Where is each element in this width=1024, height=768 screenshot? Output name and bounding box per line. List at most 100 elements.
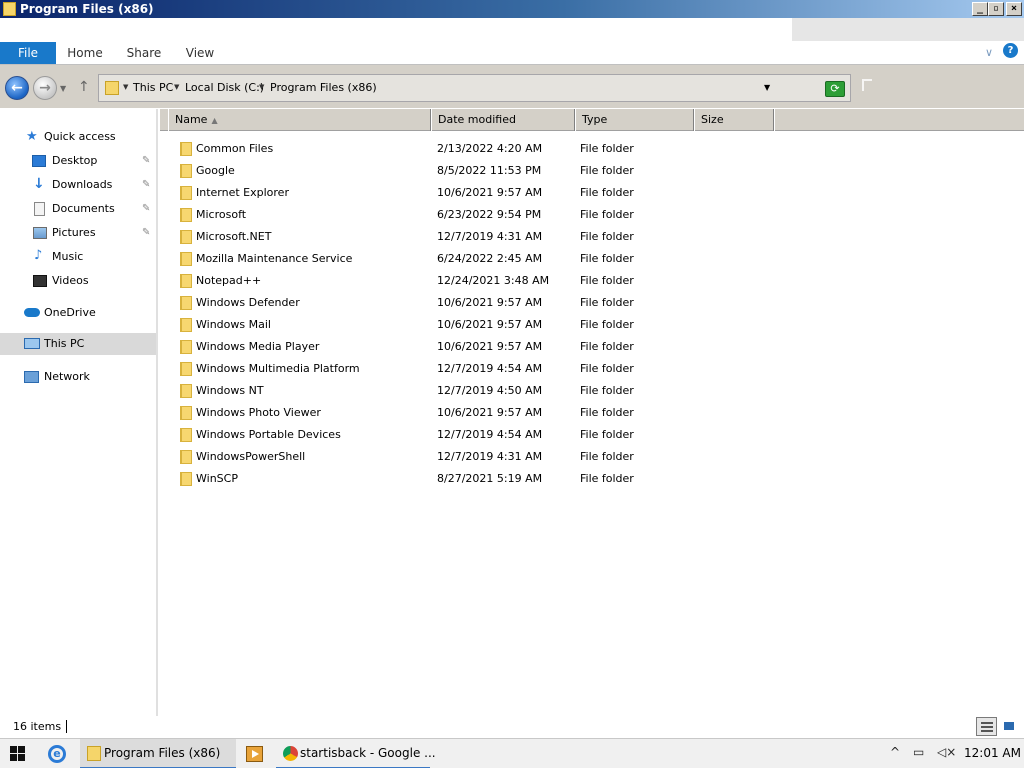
internet-explorer-icon[interactable]: e: [48, 745, 66, 763]
file-date-modified: 12/7/2019 4:50 AM: [437, 384, 543, 397]
file-type: File folder: [580, 450, 634, 463]
file-name: Common Files: [196, 142, 274, 155]
breadcrumb-chevron-icon[interactable]: ▼: [259, 83, 264, 91]
pin-icon[interactable]: ✎: [142, 174, 150, 196]
taskbar-item-chrome[interactable]: startisback - Google ...: [276, 739, 436, 768]
sidebar-item-documents[interactable]: Documents ✎: [32, 198, 156, 220]
sidebar-item-desktop[interactable]: Desktop ✎: [32, 150, 156, 172]
table-row[interactable]: Windows Multimedia Platform 12/7/2019 4:5…: [160, 358, 1024, 380]
desktop-icon: [32, 155, 46, 167]
file-name: Mozilla Maintenance Service: [196, 252, 353, 265]
table-row[interactable]: WinSCP 8/27/2021 5:19 AM File folder: [160, 468, 1024, 490]
show-hidden-icons-chevron-icon[interactable]: ^: [890, 745, 900, 759]
tab-view[interactable]: View: [180, 42, 220, 64]
column-header-name[interactable]: Name ▲: [168, 109, 431, 131]
clock[interactable]: 12:01 AM: [964, 746, 1021, 760]
table-row[interactable]: Windows Photo Viewer 10/6/2021 9:57 AM Fil…: [160, 402, 1024, 424]
table-row[interactable]: Common Files 2/13/2022 4:20 AM File folder: [160, 138, 1024, 160]
expand-ribbon-icon[interactable]: ∨: [985, 46, 993, 59]
details-view-button[interactable]: [976, 717, 997, 736]
table-row[interactable]: Windows NT 12/7/2019 4:50 AM File folder: [160, 380, 1024, 402]
folder-icon: [180, 428, 192, 442]
file-date-modified: 8/5/2022 11:53 PM: [437, 164, 542, 177]
file-date-modified: 10/6/2021 9:57 AM: [437, 318, 543, 331]
table-row[interactable]: WindowsPowerShell 12/7/2019 4:31 AM File f…: [160, 446, 1024, 468]
sidebar-item-network[interactable]: Network: [24, 366, 154, 388]
pin-icon[interactable]: ✎: [142, 198, 150, 220]
tab-share[interactable]: Share: [122, 42, 166, 64]
table-row[interactable]: Internet Explorer 10/6/2021 9:57 AM File f…: [160, 182, 1024, 204]
folder-icon: [180, 208, 192, 222]
table-row[interactable]: Notepad++ 12/24/2021 3:48 AM File folder: [160, 270, 1024, 292]
search-box-icon[interactable]: [862, 79, 872, 91]
minimize-button[interactable]: _: [972, 2, 988, 16]
sidebar-item-downloads[interactable]: ↓ Downloads ✎: [32, 174, 156, 196]
column-header-type[interactable]: Type: [575, 109, 694, 131]
sidebar-item-videos[interactable]: Videos: [32, 270, 156, 292]
large-icons-view-button[interactable]: [1000, 718, 1018, 735]
media-player-icon[interactable]: [246, 746, 263, 762]
star-icon: ★: [26, 129, 38, 144]
volume-muted-icon[interactable]: ◁×: [937, 745, 956, 759]
breadcrumb-program-files[interactable]: Program Files (x86): [270, 81, 377, 94]
breadcrumb-chevron-icon[interactable]: ▼: [123, 83, 128, 91]
file-date-modified: 10/6/2021 9:57 AM: [437, 296, 543, 309]
folder-icon: [180, 296, 192, 310]
tab-home[interactable]: Home: [64, 42, 106, 64]
back-button[interactable]: ←: [5, 76, 29, 100]
file-name: WindowsPowerShell: [196, 450, 306, 463]
file-type: File folder: [580, 340, 634, 353]
table-row[interactable]: Windows Defender 10/6/2021 9:57 AM File fo…: [160, 292, 1024, 314]
breadcrumb-chevron-icon[interactable]: ▼: [174, 83, 179, 91]
folder-icon: [180, 450, 192, 464]
file-date-modified: 6/24/2022 2:45 AM: [437, 252, 543, 265]
pin-icon[interactable]: ✎: [142, 222, 150, 244]
table-row[interactable]: Windows Media Player 10/6/2021 9:57 AM Fil…: [160, 336, 1024, 358]
title-bar[interactable]: Program Files (x86) _ ▫ ×: [0, 0, 1024, 18]
up-arrow-icon[interactable]: ↑: [78, 79, 90, 95]
folder-icon: [180, 472, 192, 486]
file-type: File folder: [580, 384, 634, 397]
file-name: Windows Media Player: [196, 340, 320, 353]
file-type: File folder: [580, 164, 634, 177]
sidebar-item-quick-access[interactable]: ★ Quick access: [24, 126, 154, 148]
windows-start-icon[interactable]: [10, 746, 26, 762]
ribbon: File Home Share View ∨ ?: [0, 18, 1024, 64]
forward-button[interactable]: →: [33, 76, 57, 100]
breadcrumb-this-pc[interactable]: This PC: [133, 81, 173, 94]
table-row[interactable]: Google 8/5/2022 11:53 PM File folder: [160, 160, 1024, 182]
table-row[interactable]: Microsoft 6/23/2022 9:54 PM File folder: [160, 204, 1024, 226]
network-tray-icon[interactable]: ▭: [913, 745, 924, 759]
table-row[interactable]: Windows Portable Devices 12/7/2019 4:54 A…: [160, 424, 1024, 446]
sidebar-item-this-pc[interactable]: This PC: [0, 333, 156, 355]
file-type: File folder: [580, 406, 634, 419]
restore-button[interactable]: ▫: [988, 2, 1004, 16]
address-history-dropdown-icon[interactable]: ▼: [764, 83, 770, 92]
ribbon-title-area: [792, 18, 1024, 41]
folder-icon: [3, 2, 16, 16]
file-type: File folder: [580, 362, 634, 375]
file-name: WinSCP: [196, 472, 238, 485]
tab-file[interactable]: File: [0, 42, 56, 64]
sidebar-item-music[interactable]: ♪ Music: [32, 246, 156, 268]
file-date-modified: 12/7/2019 4:54 AM: [437, 428, 543, 441]
taskbar-item-explorer[interactable]: Program Files (x86): [80, 739, 236, 768]
folder-icon: [180, 340, 192, 354]
sidebar-item-pictures[interactable]: Pictures ✎: [32, 222, 156, 244]
column-header-size[interactable]: Size: [694, 109, 774, 131]
file-name: Microsoft.NET: [196, 230, 272, 243]
cloud-icon: [24, 308, 40, 317]
breadcrumb-local-disk[interactable]: Local Disk (C:): [185, 81, 264, 94]
column-header-date-modified[interactable]: Date modified: [431, 109, 575, 131]
pin-icon[interactable]: ✎: [142, 150, 150, 172]
refresh-icon[interactable]: ⟳: [825, 81, 845, 97]
close-button[interactable]: ×: [1006, 2, 1022, 16]
help-icon[interactable]: ?: [1003, 43, 1018, 58]
table-row[interactable]: Mozilla Maintenance Service 6/24/2022 2:4…: [160, 248, 1024, 270]
recent-locations-dropdown-icon[interactable]: ▼: [60, 84, 66, 93]
sidebar-item-onedrive[interactable]: OneDrive: [24, 302, 154, 324]
table-row[interactable]: Windows Mail 10/6/2021 9:57 AM File folder: [160, 314, 1024, 336]
network-icon: [24, 371, 39, 383]
address-bar[interactable]: ▼ This PC ▼ Local Disk (C:) ▼ Program Fi…: [98, 74, 851, 102]
table-row[interactable]: Microsoft.NET 12/7/2019 4:31 AM File folde…: [160, 226, 1024, 248]
